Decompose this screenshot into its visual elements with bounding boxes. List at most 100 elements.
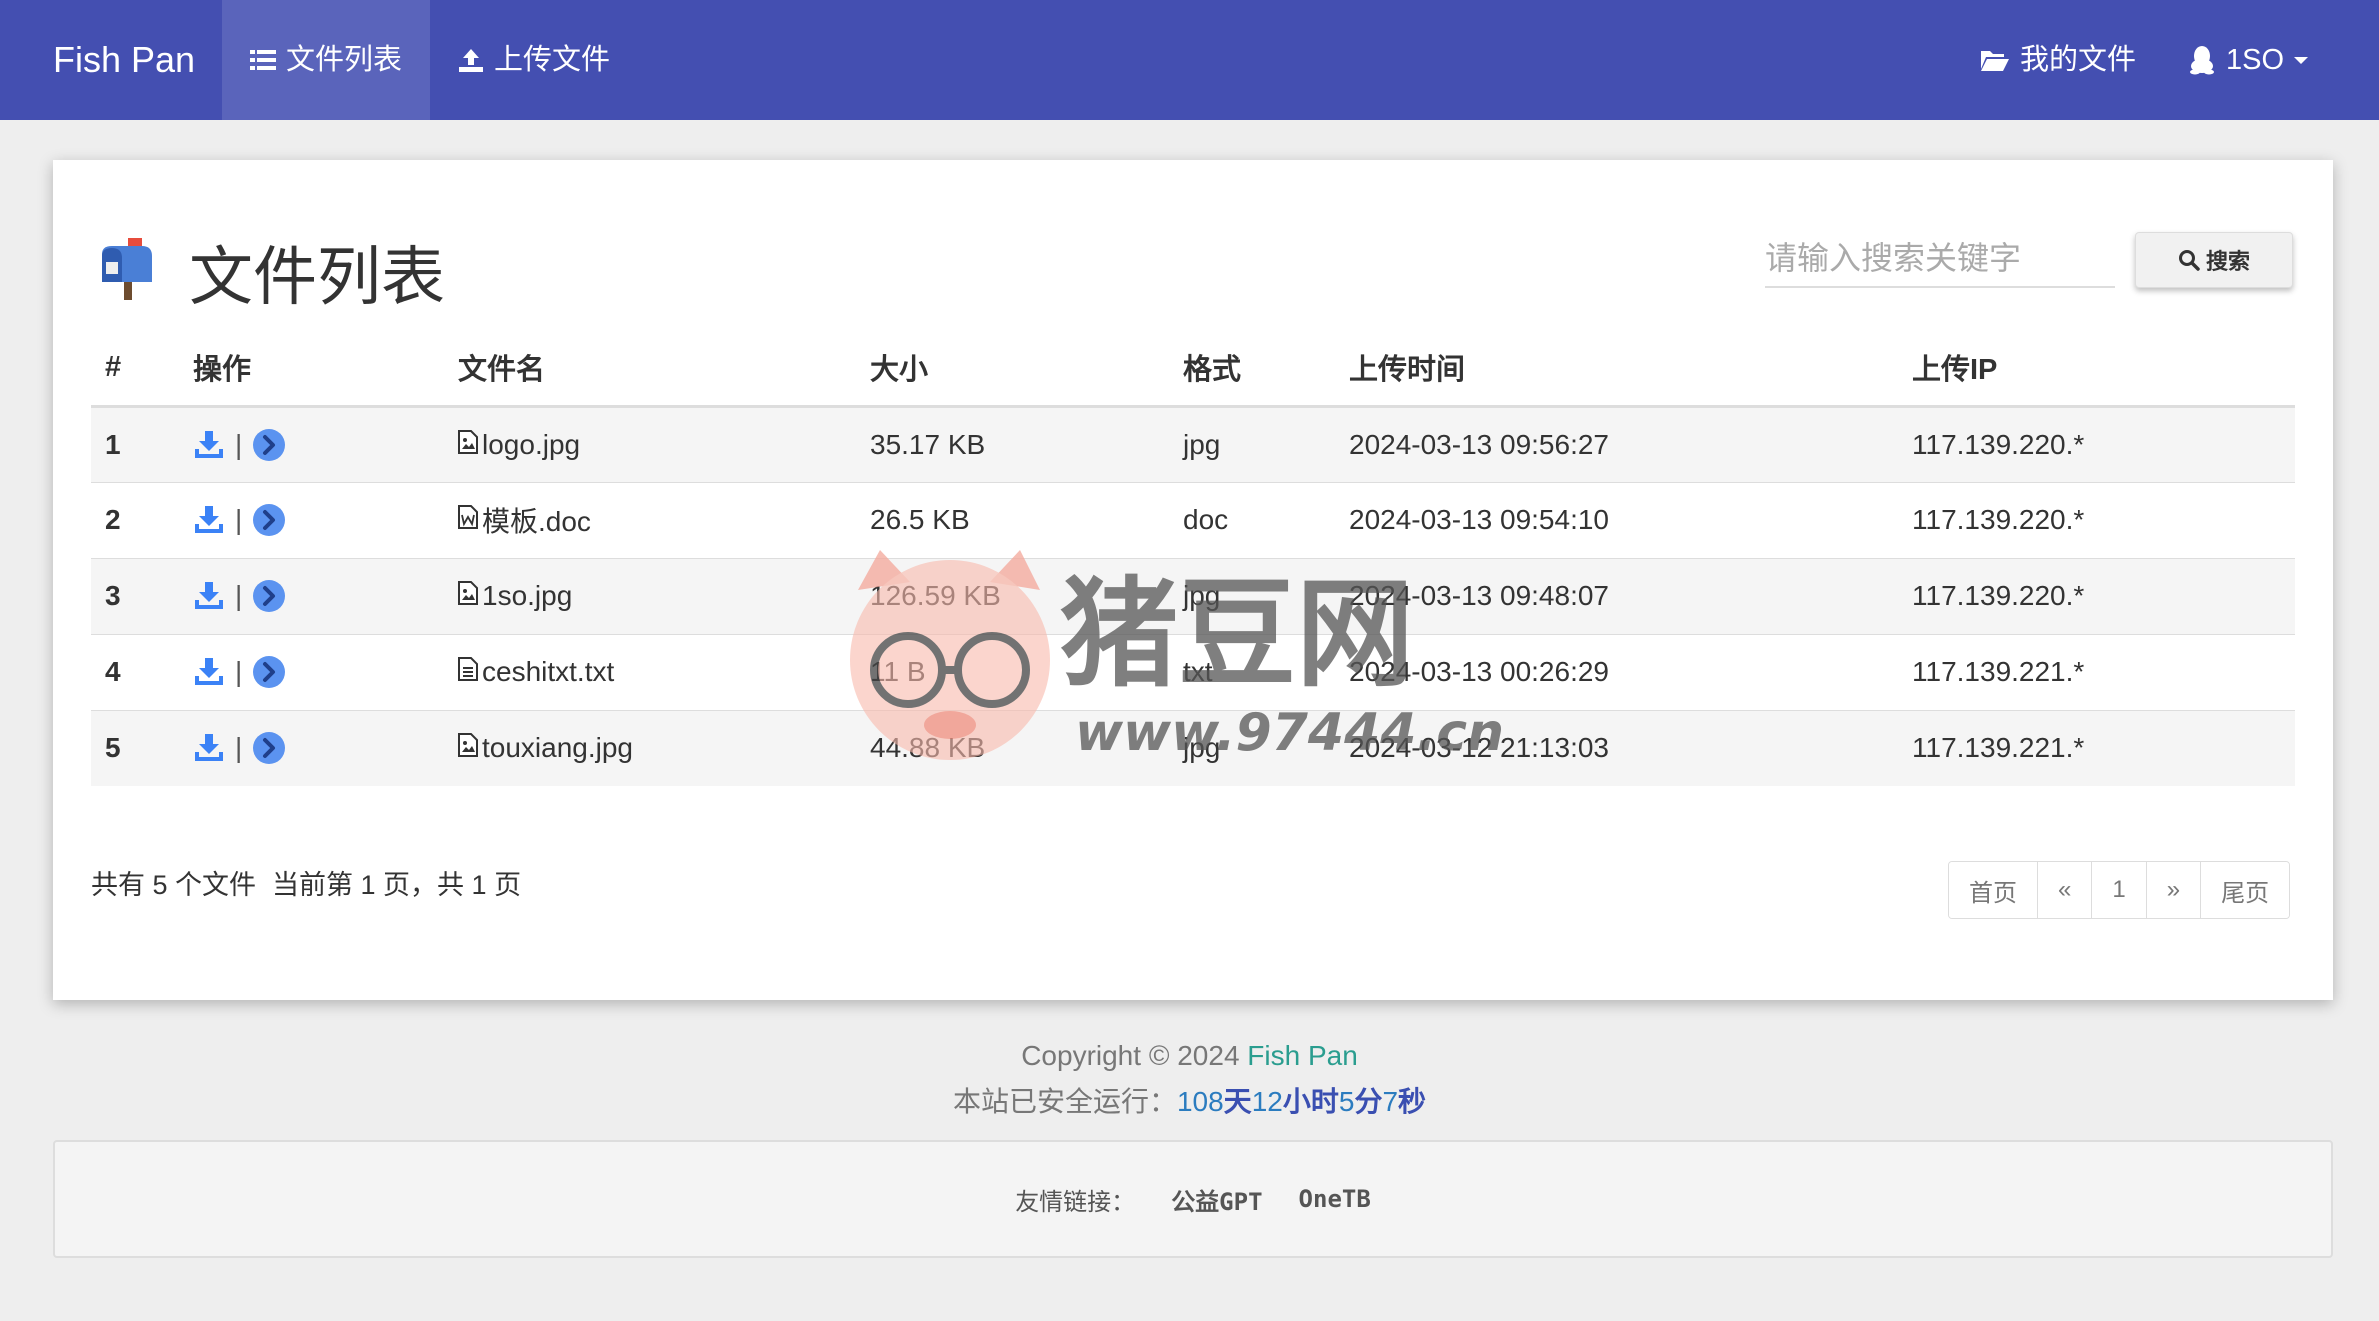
table-row: 5 | touxiang.jpg 44.88 KB jpg 2024-03-12 21:1…: [91, 709, 2295, 786]
row-upload-ip: 117.139.221.*: [1898, 633, 2295, 710]
row-index: 5: [91, 709, 179, 786]
row-size: 44.88 KB: [856, 709, 1169, 786]
friend-link-onetb[interactable]: OneTB: [1299, 1185, 1371, 1213]
search-input[interactable]: [1765, 230, 2115, 288]
row-filename[interactable]: logo.jpg: [444, 405, 856, 482]
uptime: 本站已安全运行：108天12小时5分7秒: [0, 1080, 2379, 1120]
row-upload-ip: 117.139.220.*: [1898, 557, 2295, 634]
row-filename[interactable]: 1so.jpg: [444, 557, 856, 634]
row-format-link[interactable]: jpg: [1169, 557, 1335, 634]
uptime-seconds: 7: [1382, 1086, 1399, 1117]
row-size: 35.17 KB: [856, 405, 1169, 482]
pagination: 首页 « 1 » 尾页: [1948, 861, 2291, 919]
folder-open-icon: [1981, 51, 2009, 71]
share-arrow-icon[interactable]: [252, 655, 286, 689]
action-separator: |: [235, 428, 243, 460]
table-row: 1 | logo.jpg 35.17 KB jpg 2024-03-13 09:56:27…: [91, 405, 2295, 482]
table-row: 4 | ceshitxt.txt 11 Btxt 2024-03-13 00:26:29…: [91, 633, 2295, 710]
nav-my-files[interactable]: 我的文件: [1952, 0, 2164, 120]
page-next[interactable]: »: [2146, 862, 2202, 918]
share-arrow-icon[interactable]: [252, 428, 286, 462]
filename-text: logo.jpg: [482, 428, 581, 460]
row-actions: |: [179, 481, 444, 558]
row-actions: |: [179, 709, 444, 786]
friend-links: 友情链接： 公益GPT OneTB: [53, 1140, 2333, 1258]
action-separator: |: [235, 732, 243, 764]
file-table: # 操作 文件名 大小 格式 上传时间 上传IP 1 | logo.jpg 35.17…: [91, 330, 2295, 786]
friend-links-label: 友情链接：: [1015, 1187, 1136, 1216]
user-name: 1SO: [2226, 44, 2285, 76]
row-upload-time: 2024-03-13 00:26:29: [1335, 633, 1898, 710]
filename-text: 1so.jpg: [482, 580, 573, 611]
row-format-link[interactable]: jpg: [1169, 709, 1335, 786]
download-icon[interactable]: [193, 505, 225, 535]
row-upload-ip: 117.139.220.*: [1898, 405, 2295, 482]
row-index: 3: [91, 557, 179, 634]
copyright-brand-link[interactable]: Fish Pan: [1247, 1040, 1358, 1071]
page-first[interactable]: 首页: [1949, 862, 2038, 918]
row-actions: |: [179, 557, 444, 634]
uptime-minutes: 5: [1338, 1086, 1355, 1117]
row-format-link[interactable]: doc: [1169, 481, 1335, 558]
page-number[interactable]: 1: [2092, 862, 2147, 918]
upload-icon: [459, 49, 483, 72]
table-row: 3 | 1so.jpg 126.59 KB jpg 2024-03-13 09:48:07…: [91, 557, 2295, 634]
search-button[interactable]: 搜索: [2135, 232, 2293, 288]
download-icon[interactable]: [193, 430, 225, 460]
row-format-link[interactable]: txt: [1169, 633, 1335, 710]
row-index: 4: [91, 633, 179, 710]
image-file-icon: [458, 580, 478, 612]
nav-my-files-label: 我的文件: [2020, 44, 2137, 76]
row-size: 26.5 KB: [856, 481, 1169, 558]
search-button-label: 搜索: [2205, 249, 2250, 274]
uptime-label: 本站已安全运行：: [952, 1086, 1177, 1117]
page-last[interactable]: 尾页: [2201, 862, 2290, 918]
file-list-card: 文件列表 搜索 # 操作 文件名 大小 格式 上传时间 上传IP 1 | logo.…: [53, 160, 2333, 1000]
image-file-icon: [458, 429, 478, 461]
row-actions: |: [179, 633, 444, 710]
download-icon[interactable]: [193, 581, 225, 611]
nav-file-list-label: 文件列表: [286, 44, 403, 76]
download-icon[interactable]: [193, 657, 225, 687]
filename-text: 模板.doc: [482, 506, 591, 537]
list-icon: [250, 50, 276, 70]
row-index: 1: [91, 405, 179, 482]
nav-upload-label: 上传文件: [494, 44, 611, 76]
table-row: 2 | 模板.doc 26.5 KB doc 2024-03-13 09:54:10 117…: [91, 481, 2295, 558]
uptime-seconds-unit: 秒: [1398, 1086, 1427, 1117]
row-filename[interactable]: touxiang.jpg: [444, 709, 856, 786]
table-header-row: # 操作 文件名 大小 格式 上传时间 上传IP: [91, 330, 2295, 408]
action-separator: |: [235, 504, 243, 535]
uptime-days-unit: 天: [1223, 1086, 1252, 1117]
filename-text: ceshitxt.txt: [482, 656, 615, 687]
row-index: 2: [91, 481, 179, 558]
nav-upload[interactable]: 上传文件: [430, 0, 638, 120]
copyright: Copyright © 2024 Fish Pan: [0, 1040, 2379, 1072]
header-upload-ip: 上传IP: [1898, 330, 2295, 408]
search-icon: [2178, 250, 2200, 271]
row-filename[interactable]: ceshitxt.txt: [444, 633, 856, 710]
page-title: 文件列表: [189, 241, 445, 313]
row-upload-ip: 117.139.221.*: [1898, 709, 2295, 786]
user-menu[interactable]: 1SO: [2160, 0, 2336, 120]
row-upload-time: 2024-03-13 09:48:07: [1335, 557, 1898, 634]
caret-down-icon: [2294, 57, 2309, 64]
row-upload-time: 2024-03-12 21:13:03: [1335, 709, 1898, 786]
row-format-link[interactable]: jpg: [1169, 405, 1335, 482]
header-filename: 文件名: [444, 330, 856, 408]
brand-logo[interactable]: Fish Pan: [53, 0, 195, 120]
uptime-minutes-unit: 分: [1354, 1086, 1383, 1117]
share-arrow-icon[interactable]: [252, 579, 286, 613]
download-icon[interactable]: [193, 733, 225, 763]
header-upload-time: 上传时间: [1335, 330, 1898, 408]
image-file-icon: [458, 732, 478, 764]
share-arrow-icon[interactable]: [252, 503, 286, 537]
share-arrow-icon[interactable]: [252, 731, 286, 765]
nav-file-list[interactable]: 文件列表: [222, 0, 431, 120]
page-info: 当前第 1 页，共 1 页: [272, 870, 522, 900]
action-separator: |: [235, 656, 243, 687]
friend-link-gpt[interactable]: 公益GPT: [1171, 1182, 1262, 1217]
row-filename[interactable]: 模板.doc: [444, 481, 856, 558]
page-prev[interactable]: «: [2038, 862, 2093, 918]
header-index: #: [91, 330, 179, 408]
